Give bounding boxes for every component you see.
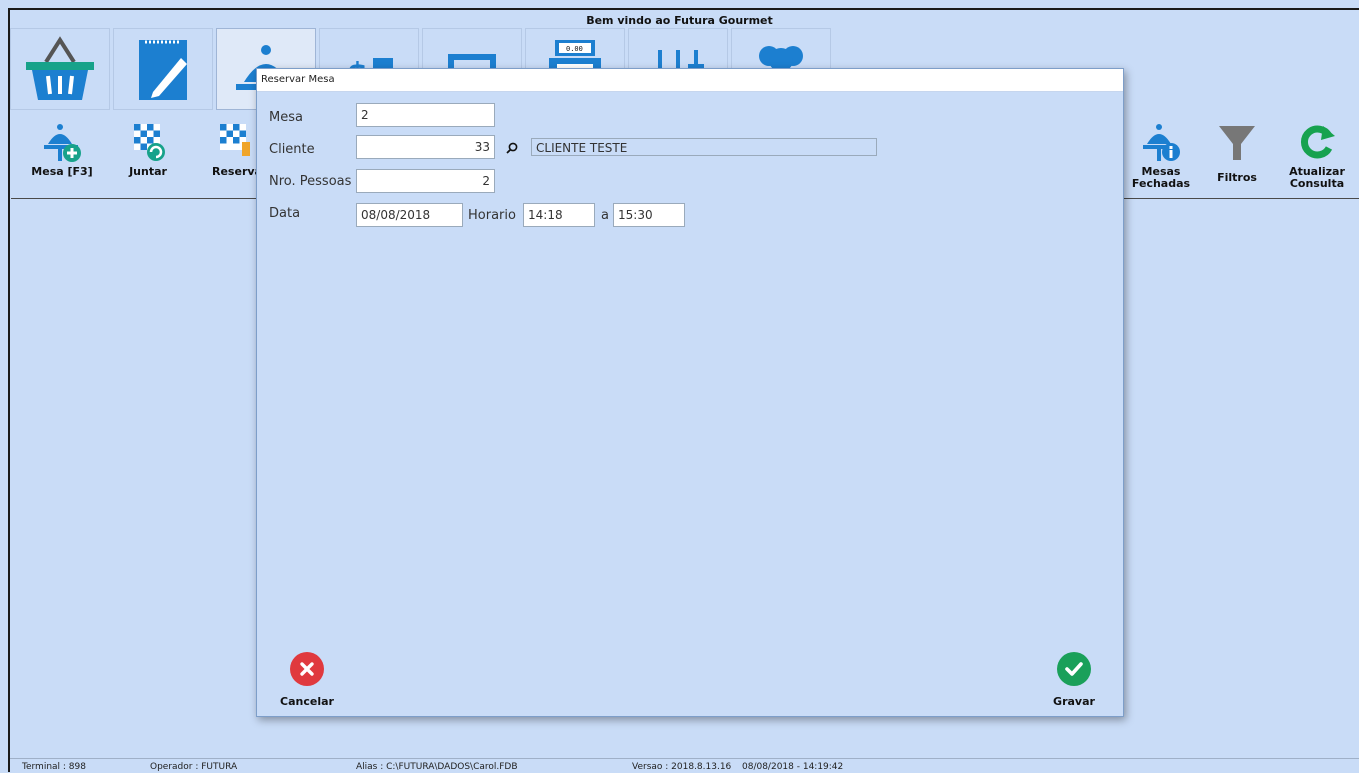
filtros-button[interactable]: Filtros <box>1197 120 1277 184</box>
mesa-field[interactable]: 2 <box>356 103 495 127</box>
pessoas-field[interactable]: 2 <box>356 169 495 193</box>
a-label: a <box>601 208 609 223</box>
atualizar-label-line2: Consulta <box>1289 177 1345 190</box>
filter-icon <box>1219 126 1255 160</box>
cancel-label: Cancelar <box>280 695 334 708</box>
new-mesa-button[interactable]: Mesa [F3] <box>22 120 102 178</box>
data-label: Data <box>269 206 301 221</box>
status-terminal: Terminal : 898 <box>22 762 86 772</box>
horario-fim-field[interactable]: 15:30 <box>613 203 685 227</box>
data-field[interactable]: 08/08/2018 <box>356 203 463 227</box>
filtros-label: Filtros <box>1217 171 1257 184</box>
juntar-button[interactable]: Juntar <box>108 120 188 178</box>
search-icon[interactable] <box>506 142 518 154</box>
table-info-icon <box>1143 124 1180 161</box>
atualizar-consulta-button[interactable]: Atualizar Consulta <box>1277 120 1357 190</box>
status-versao: Versao : 2018.8.13.16 <box>632 762 732 772</box>
dialog-title: Reservar Mesa <box>261 74 335 85</box>
dialog-titlebar[interactable]: Reservar Mesa <box>257 69 1123 92</box>
reservar-label: Reservar <box>212 165 256 178</box>
check-icon <box>1057 652 1091 686</box>
horario-inicio-field[interactable]: 14:18 <box>523 203 595 227</box>
merge-tables-icon <box>134 124 165 161</box>
tab-notepad[interactable] <box>113 28 213 110</box>
cliente-name-field: CLIENTE TESTE <box>531 138 877 156</box>
mesa-label: Mesa <box>269 110 303 125</box>
atualizar-label: Atualizar Consulta <box>1277 166 1357 190</box>
refresh-icon <box>1300 125 1335 159</box>
cliente-label: Cliente <box>269 142 315 157</box>
table-add-icon <box>44 124 81 162</box>
status-bar: Terminal : 898 Operador : FUTURA Alias :… <box>10 758 1359 773</box>
juntar-label: Juntar <box>129 165 167 178</box>
save-label: Gravar <box>1053 695 1095 708</box>
status-operador: Operador : FUTURA <box>150 762 238 772</box>
tab-basket[interactable] <box>10 28 110 110</box>
cancel-button[interactable]: Cancelar <box>267 652 347 708</box>
mesas-fechadas-label-line2: Fechadas <box>1131 177 1191 190</box>
reservar-button[interactable]: Reservar <box>194 120 256 178</box>
horario-label: Horario <box>468 208 516 223</box>
svg-text:0.00: 0.00 <box>566 45 583 53</box>
cliente-code-field[interactable]: 33 <box>356 135 495 159</box>
cancel-icon <box>290 652 324 686</box>
mesas-fechadas-button[interactable]: Mesas Fechadas <box>1121 120 1201 190</box>
new-mesa-label: Mesa [F3] <box>31 165 93 178</box>
save-button[interactable]: Gravar <box>1034 652 1114 708</box>
reservar-mesa-dialog: Reservar Mesa Mesa 2 Cliente 33 CLIENTE … <box>256 68 1124 717</box>
mesas-fechadas-label: Mesas Fechadas <box>1121 166 1201 190</box>
status-datetime: 08/08/2018 - 14:19:42 <box>742 762 844 772</box>
status-alias: Alias : C:\FUTURA\DADOS\Carol.FDB <box>356 762 518 772</box>
app-title: Bem vindo ao Futura Gourmet <box>586 14 773 27</box>
pessoas-label: Nro. Pessoas <box>269 174 352 189</box>
basket-icon <box>26 36 94 100</box>
reserve-table-icon <box>220 124 250 156</box>
notepad-icon <box>139 40 187 100</box>
